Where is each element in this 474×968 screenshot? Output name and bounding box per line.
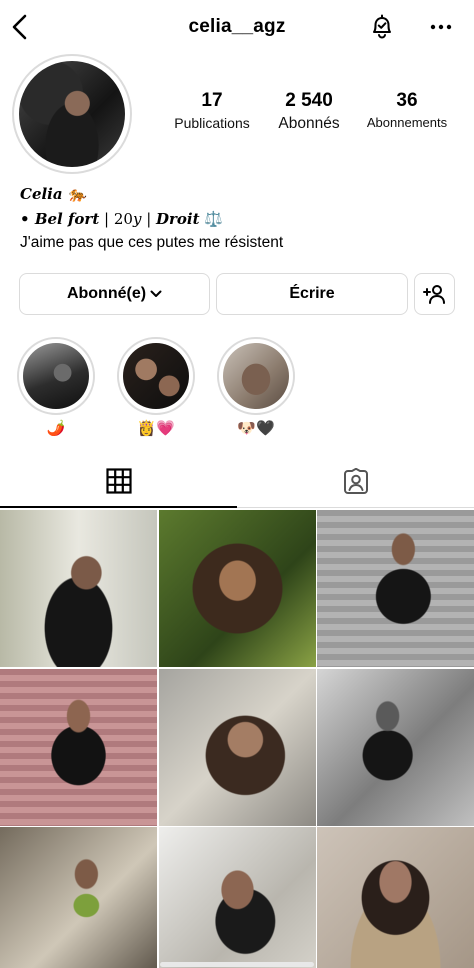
highlight-cover — [123, 343, 189, 409]
tab-posts-grid[interactable] — [0, 456, 237, 508]
post-thumbnail[interactable] — [317, 669, 474, 826]
post-thumbnail[interactable] — [159, 669, 316, 826]
notification-bell-button[interactable] — [366, 12, 398, 42]
more-horizontal-icon — [430, 24, 452, 30]
bio-text: J'aime pas que ces putes me résistent — [20, 234, 284, 251]
home-indicator[interactable] — [160, 962, 314, 967]
bio-sign: Droit — [156, 210, 200, 228]
stat-following-label: Abonnements — [366, 115, 448, 130]
tagged-person-icon — [343, 467, 368, 494]
bio-sign-emoji: ⚖️ — [204, 210, 224, 228]
following-button[interactable]: Abonné(e) — [19, 273, 210, 315]
add-user-button[interactable] — [414, 273, 455, 315]
stat-followers-count: 2 540 — [285, 90, 333, 111]
bio-separator: | — [141, 210, 157, 228]
profile-username: celia__agz — [188, 16, 286, 37]
post-thumbnail[interactable] — [0, 669, 157, 826]
profile-stats: 17 Publications 2 540 Abonnés 36 Abonnem… — [160, 90, 470, 138]
bio-age-prefix: | 20 — [99, 210, 133, 228]
highlight-cover — [23, 343, 89, 409]
highlight-ring — [117, 337, 195, 415]
post-thumbnail[interactable] — [317, 510, 474, 667]
story-highlight[interactable]: 👸💗 — [117, 337, 195, 439]
message-button-label: Écrire — [289, 285, 335, 302]
more-options-button[interactable] — [426, 12, 456, 42]
highlight-ring — [17, 337, 95, 415]
stat-posts[interactable]: 17 Publications — [166, 90, 258, 131]
post-thumbnail[interactable] — [0, 827, 157, 968]
notification-bell-check-icon — [373, 14, 391, 39]
bio-name: Celia — [20, 185, 63, 203]
stat-posts-count: 17 — [201, 90, 223, 111]
highlight-label: 🐶🖤 — [237, 420, 275, 437]
bio-bullet: • — [20, 210, 35, 228]
profile-bio: Celia 🐅 • Bel fort | 20y | Droit ⚖️ J'ai… — [20, 184, 460, 254]
bio-info-line: • Bel fort | 20y | Droit ⚖️ — [20, 208, 460, 230]
grid-icon — [105, 468, 132, 494]
stat-posts-label: Publications — [174, 115, 250, 131]
stat-followers-label: Abonnés — [278, 115, 340, 132]
highlight-label: 🌶️ — [46, 420, 66, 437]
post-thumbnail[interactable] — [159, 827, 316, 968]
stat-following-count: 36 — [396, 90, 418, 111]
chevron-down-icon — [150, 290, 162, 297]
story-highlight[interactable]: 🌶️ — [17, 337, 95, 439]
stat-followers[interactable]: 2 540 Abonnés — [270, 90, 348, 133]
profile-tabs — [0, 456, 474, 508]
avatar[interactable] — [12, 54, 132, 174]
posts-grid — [0, 510, 474, 968]
story-highlight[interactable]: 🐶🖤 — [217, 337, 295, 439]
post-thumbnail[interactable] — [0, 510, 157, 667]
bio-city: Bel fort — [34, 210, 100, 228]
following-button-label: Abonné(e) — [66, 285, 147, 302]
avatar-image — [19, 61, 125, 167]
post-thumbnail[interactable] — [159, 510, 316, 667]
message-button[interactable]: Écrire — [216, 273, 408, 315]
tab-tagged[interactable] — [237, 456, 474, 508]
post-thumbnail[interactable] — [317, 827, 474, 968]
add-user-icon — [422, 285, 445, 304]
stat-following[interactable]: 36 Abonnements — [360, 90, 454, 130]
highlight-ring — [217, 337, 295, 415]
bio-name-line: Celia 🐅 — [20, 184, 460, 204]
bio-name-emoji: 🐅 — [67, 185, 87, 203]
highlight-cover — [223, 343, 289, 409]
profile-header: celia__agz — [0, 0, 474, 56]
highlight-label: 👸💗 — [137, 420, 175, 437]
